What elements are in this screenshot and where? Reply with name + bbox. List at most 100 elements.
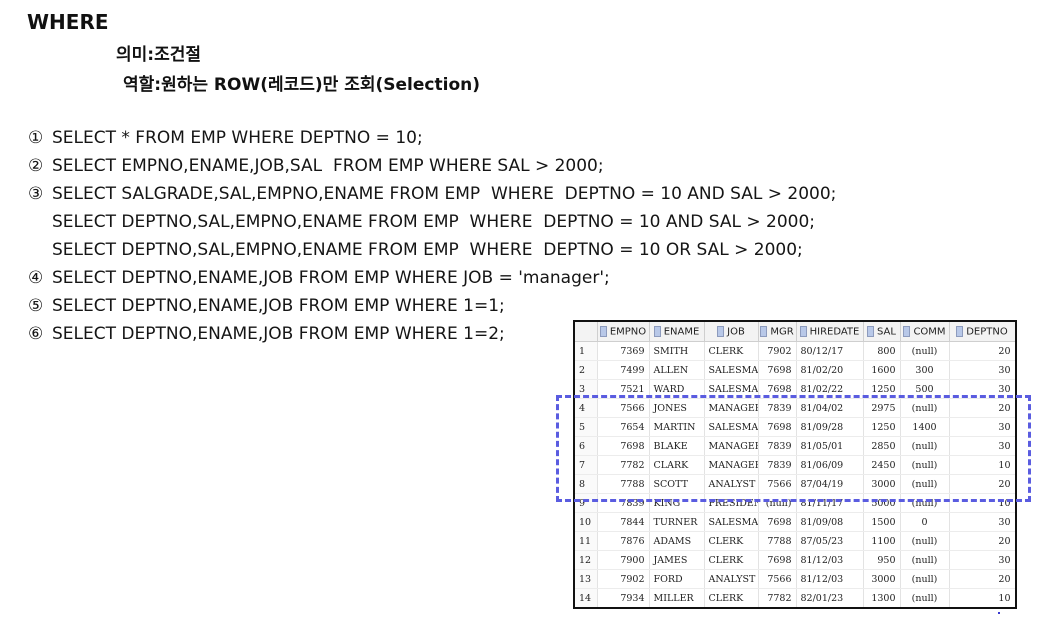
table-cell[interactable]: 7839 <box>597 493 650 513</box>
table-cell[interactable]: (null) <box>900 436 950 456</box>
table-cell[interactable]: MANAGER <box>704 455 759 475</box>
row-number-cell[interactable]: 14 <box>575 588 598 607</box>
table-cell[interactable]: 7876 <box>597 531 650 551</box>
table-cell[interactable]: 7369 <box>597 341 650 361</box>
table-cell[interactable]: ADAMS <box>649 531 705 551</box>
table-cell[interactable]: 30 <box>949 550 1015 570</box>
sort-handle-icon[interactable] <box>599 325 607 337</box>
table-cell[interactable]: 81/09/08 <box>796 512 864 532</box>
table-row[interactable]: 7 7782 CLARK MANAGER 7839 81/06/09 2450 (null) 1… <box>575 455 1015 475</box>
table-cell[interactable]: 800 <box>863 341 901 361</box>
table-cell[interactable]: 7900 <box>597 550 650 570</box>
table-cell[interactable]: 7788 <box>597 474 650 494</box>
table-cell[interactable]: 7698 <box>758 550 797 570</box>
table-row[interactable]: 12 7900 JAMES CLERK 7698 81/12/03 950 (null) 30 <box>575 550 1015 570</box>
table-cell[interactable]: JAMES <box>649 550 705 570</box>
row-number-cell[interactable]: 13 <box>575 569 598 589</box>
table-cell[interactable]: 20 <box>949 569 1015 589</box>
table-cell[interactable]: (null) <box>900 531 950 551</box>
table-cell[interactable]: 81/04/02 <box>796 398 864 418</box>
table-cell[interactable]: 82/01/23 <box>796 588 864 607</box>
column-header[interactable]: JOB <box>704 322 759 342</box>
table-cell[interactable]: ANALYST <box>704 569 759 589</box>
table-cell[interactable]: 87/04/19 <box>796 474 864 494</box>
table-cell[interactable]: 3000 <box>863 474 901 494</box>
table-cell[interactable]: 1400 <box>900 417 950 437</box>
table-cell[interactable]: 0 <box>900 512 950 532</box>
table-row[interactable]: 11 7876 ADAMS CLERK 7788 87/05/23 1100 (null) 20 <box>575 531 1015 551</box>
row-number-cell[interactable]: 2 <box>575 360 598 380</box>
table-cell[interactable]: 20 <box>949 398 1015 418</box>
table-row[interactable]: 14 7934 MILLER CLERK 7782 82/01/23 1300 (null) 1… <box>575 588 1015 607</box>
table-cell[interactable]: 81/06/09 <box>796 455 864 475</box>
table-cell[interactable]: 7698 <box>597 436 650 456</box>
table-row[interactable]: 4 7566 JONES MANAGER 7839 81/04/02 2975 (null) 2… <box>575 398 1015 418</box>
table-cell[interactable]: 7521 <box>597 379 650 399</box>
table-row[interactable]: 57654MARTINSALESMAN769881/09/28125014003… <box>575 417 1015 437</box>
table-cell[interactable]: 7566 <box>597 398 650 418</box>
row-number-cell[interactable]: 11 <box>575 531 598 551</box>
table-row[interactable]: 8 7788 SCOTT ANALYST 7566 87/04/19 3000 (null) 2… <box>575 474 1015 494</box>
table-cell[interactable]: 7698 <box>758 512 797 532</box>
table-cell[interactable]: 81/11/17 <box>796 493 864 513</box>
sort-handle-icon[interactable] <box>903 325 911 337</box>
sort-handle-icon[interactable] <box>653 325 661 337</box>
table-cell[interactable]: MANAGER <box>704 436 759 456</box>
table-cell[interactable]: TURNER <box>649 512 705 532</box>
row-number-header[interactable] <box>575 322 598 342</box>
table-cell[interactable]: 80/12/17 <box>796 341 864 361</box>
table-cell[interactable]: WARD <box>649 379 705 399</box>
table-cell[interactable]: 7499 <box>597 360 650 380</box>
table-cell[interactable]: 81/12/03 <box>796 569 864 589</box>
row-number-cell[interactable]: 7 <box>575 455 598 475</box>
row-number-cell[interactable]: 12 <box>575 550 598 570</box>
table-cell[interactable]: 7698 <box>758 417 797 437</box>
table-cell[interactable]: 7782 <box>758 588 797 607</box>
sort-handle-icon[interactable] <box>760 325 768 337</box>
column-header[interactable]: COMM <box>900 322 950 342</box>
table-cell[interactable]: (null) <box>900 588 950 607</box>
table-cell[interactable]: (null) <box>900 550 950 570</box>
table-cell[interactable]: 81/12/03 <box>796 550 864 570</box>
table-cell[interactable]: SMITH <box>649 341 705 361</box>
table-cell[interactable]: 7788 <box>758 531 797 551</box>
table-cell[interactable]: 300 <box>900 360 950 380</box>
row-number-cell[interactable]: 6 <box>575 436 598 456</box>
table-cell[interactable]: FORD <box>649 569 705 589</box>
table-cell[interactable]: (null) <box>900 398 950 418</box>
column-header[interactable]: HIREDATE <box>796 322 864 342</box>
table-cell[interactable]: 2975 <box>863 398 901 418</box>
table-cell[interactable]: 950 <box>863 550 901 570</box>
table-cell[interactable]: 1100 <box>863 531 901 551</box>
table-cell[interactable]: 10 <box>949 493 1015 513</box>
table-cell[interactable]: (null) <box>900 341 950 361</box>
table-cell[interactable]: 87/05/23 <box>796 531 864 551</box>
table-cell[interactable]: (null) <box>900 455 950 475</box>
table-cell[interactable]: 81/02/20 <box>796 360 864 380</box>
table-cell[interactable]: 1500 <box>863 512 901 532</box>
row-number-cell[interactable]: 8 <box>575 474 598 494</box>
table-cell[interactable]: PRESIDENT <box>704 493 759 513</box>
table-cell[interactable]: 3000 <box>863 569 901 589</box>
row-number-cell[interactable]: 5 <box>575 417 598 437</box>
column-header[interactable]: MGR <box>758 322 797 342</box>
table-cell[interactable]: (null) <box>758 493 797 513</box>
sort-handle-icon[interactable] <box>799 325 807 337</box>
table-cell[interactable]: SALESMAN <box>704 379 759 399</box>
row-number-cell[interactable]: 9 <box>575 493 598 513</box>
table-cell[interactable]: 7934 <box>597 588 650 607</box>
table-cell[interactable]: 30 <box>949 379 1015 399</box>
table-cell[interactable]: BLAKE <box>649 436 705 456</box>
table-row[interactable]: 1 7369 SMITH CLERK 7902 80/12/17 800 (null) 20 <box>575 341 1015 361</box>
sort-handle-icon[interactable] <box>956 325 964 337</box>
column-header[interactable]: ENAME <box>649 322 705 342</box>
table-cell[interactable]: SCOTT <box>649 474 705 494</box>
table-cell[interactable]: 2450 <box>863 455 901 475</box>
table-cell[interactable]: 1300 <box>863 588 901 607</box>
column-header[interactable]: DEPTNO <box>949 322 1015 342</box>
table-cell[interactable]: 7902 <box>597 569 650 589</box>
table-cell[interactable]: 7839 <box>758 436 797 456</box>
table-cell[interactable]: ANALYST <box>704 474 759 494</box>
table-cell[interactable]: 7698 <box>758 360 797 380</box>
table-cell[interactable]: CLERK <box>704 588 759 607</box>
